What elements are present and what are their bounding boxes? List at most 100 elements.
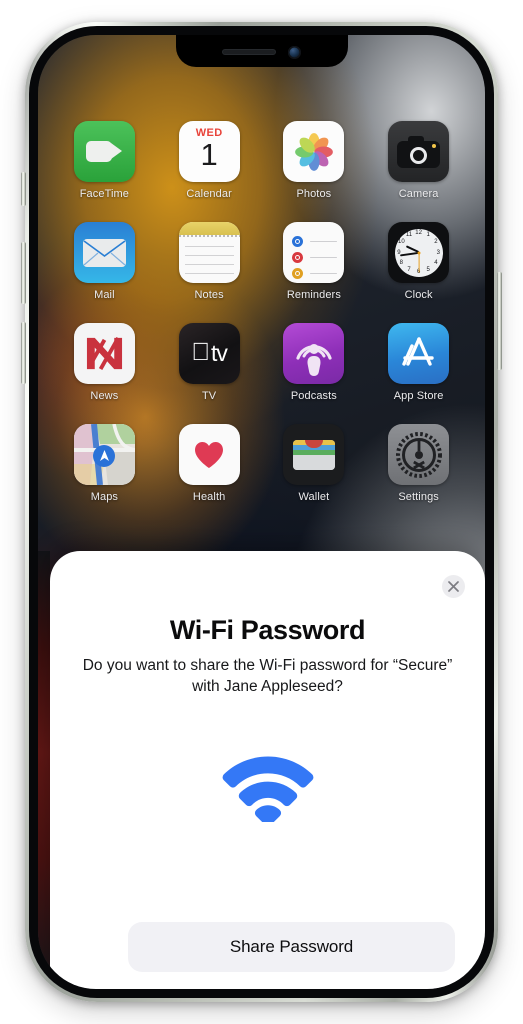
- app-podcasts[interactable]: Podcasts: [262, 323, 367, 402]
- phone-stage: FaceTime WED 1 Calendar Photos Camera Ma…: [0, 0, 523, 1024]
- maps-arrow-icon: [99, 450, 109, 462]
- reminders-bar: [310, 240, 338, 243]
- wallet-pocket: [292, 454, 335, 470]
- app-clock[interactable]: 12 1 2 3 4 5 6 7 8 9 10 11: [366, 222, 471, 301]
- notes-perforation: [178, 235, 240, 237]
- reminders-bar: [310, 256, 338, 259]
- speaker-grille-icon: [222, 49, 276, 55]
- maps-icon[interactable]: [73, 424, 135, 485]
- app-facetime[interactable]: FaceTime: [52, 121, 157, 200]
- app-grid: FaceTime WED 1 Calendar Photos Camera Ma…: [38, 121, 485, 503]
- news-icon[interactable]: [73, 323, 135, 384]
- sheet-message: Do you want to share the Wi-Fi password …: [82, 657, 453, 695]
- wallpaper-left-sliver: [38, 551, 50, 989]
- mute-switch-button[interactable]: [21, 172, 26, 206]
- clock-face: 12 1 2 3 4 5 6 7 8 9 10 11: [394, 228, 443, 277]
- podcasts-icon[interactable]: [283, 323, 345, 384]
- tv-wordmark: tv: [201, 340, 228, 366]
- app-calendar[interactable]: WED 1 Calendar: [157, 121, 262, 200]
- app-label: News: [90, 390, 119, 402]
- app-label: Maps: [90, 491, 119, 503]
- notch: [175, 35, 348, 67]
- reminders-dot-red: [292, 252, 304, 263]
- app-label: Photos: [296, 188, 332, 200]
- wallet-card-stack: [292, 439, 335, 470]
- reminders-row: [292, 236, 338, 247]
- volume-down-button[interactable]: [21, 322, 26, 384]
- clock-numeral: 5: [426, 267, 430, 274]
- app-reminders[interactable]: Reminders: [262, 222, 367, 301]
- photos-icon[interactable]: [283, 121, 345, 182]
- clock-numeral: 3: [436, 249, 440, 256]
- notes-line: [184, 246, 234, 247]
- settings-icon[interactable]: [388, 424, 450, 485]
- clock-minute-hand: [399, 251, 419, 257]
- app-app-store[interactable]: App Store: [366, 323, 471, 402]
- clock-numeral: 1: [426, 231, 430, 238]
- app-label: Podcasts: [290, 390, 337, 402]
- facetime-camera-body: [85, 141, 112, 162]
- clock-numeral: 7: [407, 267, 411, 274]
- photos-pinwheel-icon: [295, 132, 333, 171]
- notes-line: [184, 264, 234, 265]
- clock-numeral: 4: [434, 259, 438, 266]
- apple-logo-icon: : [191, 340, 210, 365]
- app-health[interactable]: Health: [157, 424, 262, 503]
- reminders-dot-blue: [292, 236, 304, 247]
- app-store-icon[interactable]: [388, 323, 450, 384]
- camera-lens: [410, 147, 428, 164]
- power-button[interactable]: [497, 272, 502, 370]
- reminders-icon[interactable]: [283, 222, 345, 283]
- tv-icon[interactable]:  tv: [178, 323, 240, 384]
- notes-icon[interactable]: [178, 222, 240, 283]
- app-camera[interactable]: Camera: [366, 121, 471, 200]
- app-wallet[interactable]: Wallet: [262, 424, 367, 503]
- phone-screen: FaceTime WED 1 Calendar Photos Camera Ma…: [38, 35, 485, 989]
- clock-icon[interactable]: 12 1 2 3 4 5 6 7 8 9 10 11: [388, 222, 450, 283]
- share-password-button[interactable]: Share Password: [128, 922, 455, 972]
- clock-numeral: 10: [398, 239, 405, 246]
- app-label: Notes: [194, 289, 224, 301]
- health-icon[interactable]: [178, 424, 240, 485]
- app-label: Wallet: [298, 491, 330, 503]
- front-camera-icon: [288, 45, 301, 59]
- app-label: Health: [192, 491, 226, 503]
- volume-up-button[interactable]: [21, 242, 26, 304]
- app-notes[interactable]: Notes: [157, 222, 262, 301]
- app-label: App Store: [393, 390, 444, 402]
- maps-location-pin-icon: [93, 444, 116, 467]
- close-button[interactable]: [442, 575, 465, 598]
- facetime-icon[interactable]: [73, 121, 135, 182]
- close-icon: [448, 581, 459, 592]
- clock-numeral: 11: [405, 231, 413, 238]
- app-maps[interactable]: Maps: [52, 424, 157, 503]
- reminders-bar: [310, 272, 338, 275]
- clock-second-hand: [418, 252, 420, 273]
- gear-icon: [395, 431, 442, 478]
- clock-numeral: 8: [399, 259, 404, 266]
- podcasts-glyph-icon: [296, 343, 332, 376]
- app-news[interactable]: News: [52, 323, 157, 402]
- app-label: TV: [201, 390, 217, 402]
- app-photos[interactable]: Photos: [262, 121, 367, 200]
- app-label: Clock: [404, 289, 433, 301]
- page-title: Wi-Fi Password: [169, 615, 366, 645]
- camera-icon[interactable]: [388, 121, 450, 182]
- app-settings[interactable]: Settings: [366, 424, 471, 503]
- wallet-card: [292, 449, 335, 455]
- clock-center-pin: [417, 251, 421, 254]
- mail-icon[interactable]: [73, 222, 135, 283]
- app-store-a-glyph-icon: [401, 336, 434, 366]
- clock-numeral: 2: [434, 239, 438, 246]
- calendar-icon[interactable]: WED 1: [178, 121, 240, 182]
- wifi-icon: [222, 756, 313, 823]
- news-n-glyph-icon: [86, 336, 122, 371]
- app-tv[interactable]:  tv TV: [157, 323, 262, 402]
- app-label: Calendar: [186, 188, 232, 200]
- reminders-row: [292, 268, 338, 279]
- app-mail[interactable]: Mail: [52, 222, 157, 301]
- app-label: Camera: [398, 188, 439, 200]
- wallet-icon[interactable]: [283, 424, 345, 485]
- heart-icon: [195, 441, 224, 468]
- reminders-dot-orange: [292, 268, 304, 279]
